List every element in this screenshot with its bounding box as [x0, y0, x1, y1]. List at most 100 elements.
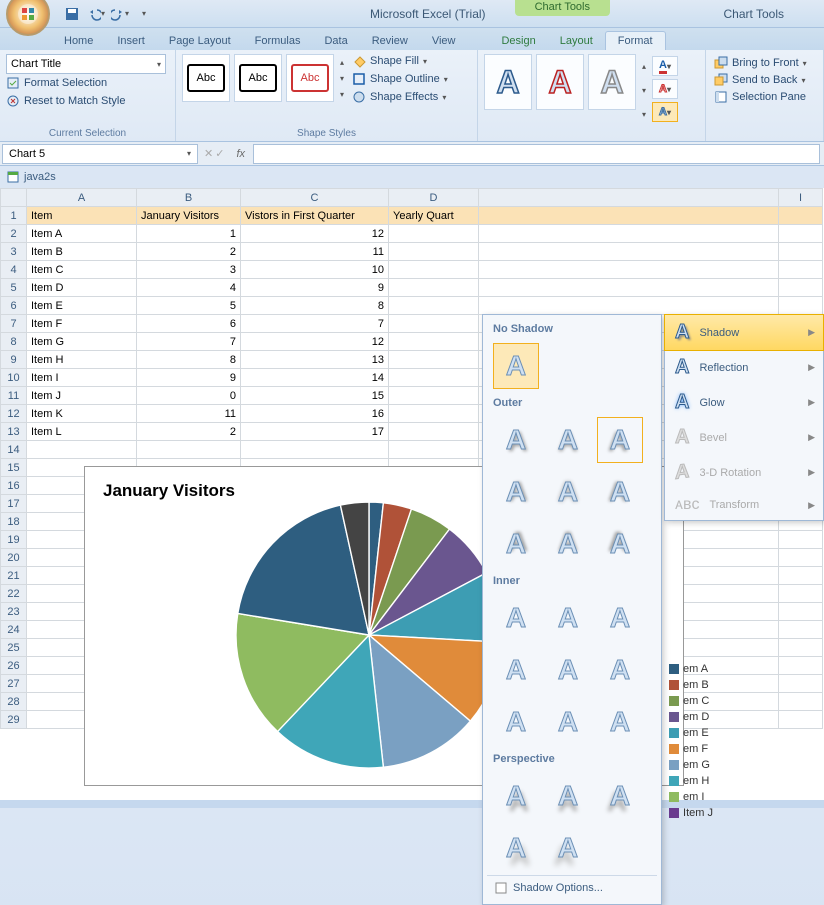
text-effects-button[interactable]: A▾ — [652, 102, 678, 122]
undo-icon[interactable]: ▾ — [86, 4, 106, 24]
cell[interactable]: Item F — [27, 315, 137, 333]
cell[interactable]: 9 — [137, 369, 241, 387]
row-hdr[interactable]: 19 — [1, 531, 27, 549]
col-hdr-i[interactable]: I — [779, 189, 823, 207]
shadow-preset[interactable]: A — [597, 417, 643, 463]
tab-view[interactable]: View — [420, 32, 468, 50]
row-hdr[interactable]: 9 — [1, 351, 27, 369]
row-hdr[interactable]: 25 — [1, 639, 27, 657]
cell[interactable] — [389, 369, 479, 387]
cancel-formula-icon[interactable]: ✕ — [204, 147, 213, 160]
shadow-preset[interactable]: A — [493, 417, 539, 463]
legend-item[interactable]: Item J — [669, 807, 713, 819]
shadow-preset[interactable]: A — [493, 469, 539, 515]
cell[interactable] — [389, 423, 479, 441]
shadow-preset[interactable]: A — [597, 521, 643, 567]
row-hdr[interactable]: 14 — [1, 441, 27, 459]
legend-item[interactable]: em B — [669, 679, 713, 691]
wordart-gallery-more-icon[interactable]: ▾ — [642, 110, 646, 119]
reset-match-style-button[interactable]: Reset to Match Style — [6, 92, 169, 110]
shadow-preset[interactable]: A — [545, 521, 591, 567]
cell[interactable] — [389, 351, 479, 369]
row-hdr[interactable]: 6 — [1, 297, 27, 315]
row-hdr[interactable]: 20 — [1, 549, 27, 567]
shadow-preset[interactable]: A — [493, 595, 539, 641]
cell[interactable]: 13 — [241, 351, 389, 369]
tab-design[interactable]: Design — [489, 32, 547, 50]
cell[interactable]: 2 — [137, 243, 241, 261]
row-hdr[interactable]: 13 — [1, 423, 27, 441]
tab-insert[interactable]: Insert — [105, 32, 157, 50]
header-q1[interactable]: Vistors in First Quarter — [241, 207, 389, 225]
chart-title[interactable]: January Visitors — [103, 481, 235, 501]
cell[interactable] — [389, 225, 479, 243]
row-hdr[interactable]: 11 — [1, 387, 27, 405]
pie-chart[interactable] — [229, 495, 509, 775]
shadow-preset[interactable]: A — [493, 825, 539, 871]
tab-formulas[interactable]: Formulas — [243, 32, 313, 50]
wordart-gallery-up-icon[interactable]: ▴ — [642, 62, 646, 71]
legend-item[interactable]: em H — [669, 775, 713, 787]
wordart-gallery-down-icon[interactable]: ▾ — [642, 86, 646, 95]
cell[interactable]: 12 — [241, 225, 389, 243]
enter-formula-icon[interactable]: ✓ — [215, 147, 224, 160]
row-hdr[interactable]: 7 — [1, 315, 27, 333]
qat-customize-icon[interactable]: ▾ — [134, 4, 154, 24]
formula-bar[interactable] — [253, 144, 820, 164]
shadow-preset[interactable]: A — [597, 699, 643, 745]
cell[interactable] — [389, 405, 479, 423]
cell[interactable]: 6 — [137, 315, 241, 333]
shadow-preset[interactable]: A — [597, 773, 643, 819]
effect-glow[interactable]: AGlow▶ — [665, 385, 823, 420]
row-hdr[interactable]: 4 — [1, 261, 27, 279]
chart-element-dropdown[interactable]: Chart Title ▾ — [6, 54, 166, 74]
shadow-none[interactable]: A — [493, 343, 539, 389]
cell[interactable] — [389, 261, 479, 279]
row-hdr[interactable]: 15 — [1, 459, 27, 477]
wordart-style-3[interactable]: A — [588, 54, 636, 110]
row-hdr[interactable]: 2 — [1, 225, 27, 243]
bring-to-front-button[interactable]: Bring to Front▾ — [714, 56, 815, 70]
col-hdr-d[interactable]: D — [389, 189, 479, 207]
tab-format[interactable]: Format — [605, 31, 666, 50]
cell[interactable]: 0 — [137, 387, 241, 405]
cell[interactable]: 2 — [137, 423, 241, 441]
shadow-preset[interactable]: A — [493, 699, 539, 745]
shadow-preset[interactable]: A — [597, 469, 643, 515]
col-hdr-b[interactable]: B — [137, 189, 241, 207]
format-selection-button[interactable]: Format Selection — [6, 74, 169, 92]
cell[interactable]: 7 — [137, 333, 241, 351]
header-jan[interactable]: January Visitors — [137, 207, 241, 225]
row-hdr[interactable]: 3 — [1, 243, 27, 261]
cell[interactable]: 3 — [137, 261, 241, 279]
cell[interactable]: 17 — [241, 423, 389, 441]
cell[interactable] — [389, 297, 479, 315]
row-hdr[interactable]: 16 — [1, 477, 27, 495]
cell[interactable]: 4 — [137, 279, 241, 297]
row-hdr[interactable]: 5 — [1, 279, 27, 297]
save-icon[interactable] — [62, 4, 82, 24]
row-hdr[interactable]: 24 — [1, 621, 27, 639]
row-hdr[interactable]: 28 — [1, 693, 27, 711]
legend-item[interactable]: em G — [669, 759, 713, 771]
cell[interactable]: Item A — [27, 225, 137, 243]
cell[interactable] — [389, 279, 479, 297]
cell[interactable] — [389, 387, 479, 405]
tab-review[interactable]: Review — [360, 32, 420, 50]
cell[interactable]: 7 — [241, 315, 389, 333]
cell[interactable]: 8 — [241, 297, 389, 315]
cell[interactable]: 15 — [241, 387, 389, 405]
shadow-preset[interactable]: A — [493, 773, 539, 819]
wordart-style-1[interactable]: A — [484, 54, 532, 110]
legend-item[interactable]: em C — [669, 695, 713, 707]
text-fill-button[interactable]: A▾ — [652, 56, 678, 76]
cell[interactable]: Item L — [27, 423, 137, 441]
row-hdr[interactable]: 18 — [1, 513, 27, 531]
effect-3d-rotation[interactable]: A3-D Rotation▶ — [665, 455, 823, 490]
header-yq[interactable]: Yearly Quart — [389, 207, 479, 225]
cell[interactable]: 12 — [241, 333, 389, 351]
legend-item[interactable]: em E — [669, 727, 713, 739]
effect-bevel[interactable]: ABevel▶ — [665, 420, 823, 455]
col-hdr-a[interactable]: A — [27, 189, 137, 207]
shadow-preset[interactable]: A — [597, 647, 643, 693]
